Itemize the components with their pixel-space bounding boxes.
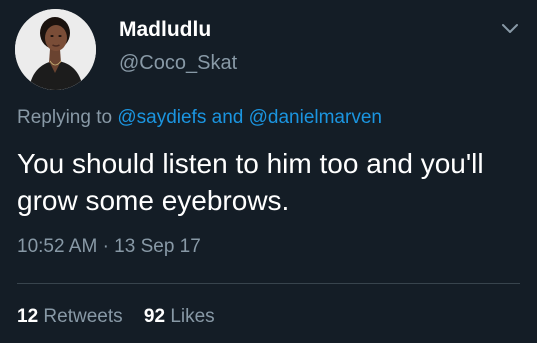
tweet-timestamp[interactable]: 10:52 AM · 13 Sep 17 — [17, 236, 201, 258]
retweets-label: Retweets — [43, 306, 123, 327]
author-display-name[interactable]: Madludlu — [119, 18, 211, 42]
replying-to-line: Replying to @saydiefs and @danielmarven — [17, 107, 382, 129]
mention-joiner: and — [211, 107, 244, 128]
mention-link[interactable]: @danielmarven — [249, 107, 382, 128]
avatar-photo — [15, 9, 96, 90]
chevron-down-icon[interactable] — [500, 22, 520, 36]
retweets-stat[interactable]: 12 Retweets — [17, 306, 128, 327]
tweet-time: 10:52 AM — [17, 236, 98, 257]
tweet-text: You should listen to him too and you'll … — [17, 148, 484, 216]
mention-link[interactable]: @saydiefs — [117, 107, 206, 128]
likes-count: 92 — [143, 306, 166, 327]
replying-to-prefix: Replying to — [17, 107, 113, 128]
author-handle[interactable]: @Coco_Skat — [119, 52, 237, 75]
likes-stat[interactable]: 92 Likes — [144, 306, 215, 327]
retweets-count: 12 — [17, 306, 39, 327]
divider — [17, 283, 520, 284]
likes-label: Likes — [170, 306, 215, 327]
author-avatar[interactable] — [15, 9, 96, 90]
timestamp-separator: · — [102, 236, 109, 257]
tweet-date: 13 Sep 17 — [114, 236, 201, 257]
engagement-stats: 12 Retweets 92 Likes — [17, 306, 215, 328]
